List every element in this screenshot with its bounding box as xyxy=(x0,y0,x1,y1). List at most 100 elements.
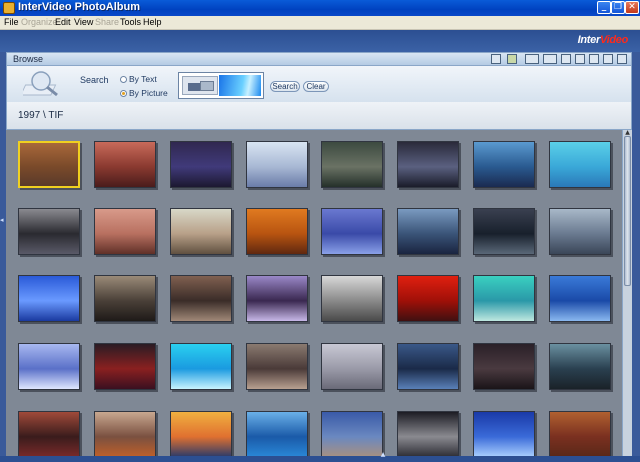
people-icon[interactable] xyxy=(507,54,517,64)
menu-bar: File Organize Edit View Share Tools Help xyxy=(0,16,640,30)
photo-image xyxy=(19,344,79,389)
close-button[interactable]: ✕ xyxy=(625,1,639,14)
bottom-panel-grip-icon[interactable]: ▲ xyxy=(376,452,390,458)
trash-icon[interactable] xyxy=(589,54,599,64)
menu-share[interactable]: Share xyxy=(95,16,119,29)
slideshow-icon[interactable] xyxy=(561,54,571,64)
photo-image xyxy=(550,142,610,187)
clear-button[interactable]: Clear xyxy=(303,81,329,92)
photo-thumbnail[interactable] xyxy=(170,275,232,322)
zoom-icon[interactable] xyxy=(617,54,627,64)
photo-thumbnail[interactable] xyxy=(18,208,80,255)
photo-image xyxy=(247,344,307,389)
photo-thumbnail[interactable] xyxy=(397,343,459,390)
checklist-icon[interactable] xyxy=(575,54,585,64)
photo-thumbnail[interactable] xyxy=(18,275,80,322)
scrollbar-thumb[interactable] xyxy=(624,136,631,286)
photo-thumbnail[interactable] xyxy=(94,411,156,456)
photo-thumbnail[interactable] xyxy=(473,275,535,322)
photo-thumbnail[interactable] xyxy=(94,141,156,188)
radio-indicator[interactable] xyxy=(120,76,127,84)
search-button[interactable]: Search xyxy=(270,81,300,92)
photo-thumbnail[interactable] xyxy=(321,141,383,188)
sort-icon[interactable] xyxy=(603,54,613,64)
left-panel-grip-icon[interactable]: ◂ xyxy=(0,216,5,228)
menu-tools[interactable]: Tools xyxy=(120,16,141,29)
photo-image xyxy=(398,412,458,456)
photo-thumbnail[interactable] xyxy=(18,141,80,188)
radio-by-picture[interactable]: By Picture xyxy=(120,88,168,98)
view-list-icon[interactable] xyxy=(525,54,539,64)
photo-thumbnail[interactable] xyxy=(549,343,611,390)
logo-strip: InterVideo xyxy=(0,30,640,52)
edit-icon[interactable] xyxy=(491,54,501,64)
photo-thumbnail[interactable] xyxy=(321,343,383,390)
photo-thumbnail[interactable] xyxy=(321,411,383,456)
menu-file[interactable]: File xyxy=(4,16,19,29)
restore-button[interactable]: ❐ xyxy=(611,1,625,14)
window-title: InterVideo PhotoAlbum xyxy=(18,1,141,13)
photo-thumbnail[interactable] xyxy=(94,275,156,322)
photo-thumbnail[interactable] xyxy=(246,411,308,456)
photo-image xyxy=(247,412,307,456)
photo-thumbnail[interactable] xyxy=(473,208,535,255)
vertical-scrollbar[interactable]: ▲ xyxy=(622,130,632,456)
photo-image xyxy=(550,412,610,456)
photo-image xyxy=(322,412,382,456)
photo-thumbnail[interactable] xyxy=(170,411,232,456)
photo-thumbnail[interactable] xyxy=(397,141,459,188)
app-icon[interactable] xyxy=(3,2,15,14)
photo-image xyxy=(398,344,458,389)
photo-thumbnail[interactable] xyxy=(246,208,308,255)
title-bar: InterVideo PhotoAlbum _ ❐ ✕ xyxy=(0,0,640,16)
radio-by-text-label: By Text xyxy=(129,74,157,84)
photo-thumbnail[interactable] xyxy=(397,275,459,322)
menu-help[interactable]: Help xyxy=(143,16,162,29)
photo-image xyxy=(322,142,382,187)
thumbnail-grid xyxy=(6,130,622,456)
menu-edit[interactable]: Edit xyxy=(55,16,71,29)
magnifier-icon xyxy=(23,71,58,97)
photo-image xyxy=(474,412,534,456)
search-picture-preview xyxy=(219,75,261,96)
photo-thumbnail[interactable] xyxy=(549,141,611,188)
photo-thumbnail[interactable] xyxy=(321,208,383,255)
radio-by-picture-label: By Picture xyxy=(129,88,168,98)
brand-logo: InterVideo xyxy=(578,34,629,46)
photo-image xyxy=(398,142,458,187)
photo-thumbnail[interactable] xyxy=(246,343,308,390)
photo-thumbnail[interactable] xyxy=(246,275,308,322)
photo-image xyxy=(171,412,231,456)
photo-thumbnail[interactable] xyxy=(170,343,232,390)
dropdown-icon[interactable] xyxy=(543,54,557,64)
photo-thumbnail[interactable] xyxy=(170,208,232,255)
photo-thumbnail[interactable] xyxy=(18,343,80,390)
radio-by-text[interactable]: By Text xyxy=(120,74,157,84)
photo-image xyxy=(398,209,458,254)
photo-thumbnail[interactable] xyxy=(549,275,611,322)
photo-thumbnail[interactable] xyxy=(397,208,459,255)
photo-thumbnail[interactable] xyxy=(94,208,156,255)
photo-thumbnail[interactable] xyxy=(473,141,535,188)
photo-image xyxy=(20,143,78,186)
photo-thumbnail[interactable] xyxy=(321,275,383,322)
browse-label: Browse xyxy=(13,54,44,64)
menu-organize[interactable]: Organize xyxy=(21,16,58,29)
search-picture-box[interactable] xyxy=(178,72,264,99)
photo-thumbnail[interactable] xyxy=(18,411,80,456)
radio-indicator-selected[interactable] xyxy=(120,90,127,98)
photo-thumbnail[interactable] xyxy=(246,141,308,188)
photo-thumbnail[interactable] xyxy=(170,141,232,188)
photo-image xyxy=(19,276,79,321)
photo-thumbnail[interactable] xyxy=(549,208,611,255)
minimize-button[interactable]: _ xyxy=(597,1,611,14)
menu-view[interactable]: View xyxy=(74,16,93,29)
photo-thumbnail[interactable] xyxy=(549,411,611,456)
photo-image xyxy=(322,209,382,254)
photo-image xyxy=(322,344,382,389)
photo-thumbnail[interactable] xyxy=(473,343,535,390)
photo-thumbnail[interactable] xyxy=(473,411,535,456)
photo-thumbnail[interactable] xyxy=(397,411,459,456)
browse-folder-icon[interactable] xyxy=(182,76,218,95)
photo-thumbnail[interactable] xyxy=(94,343,156,390)
